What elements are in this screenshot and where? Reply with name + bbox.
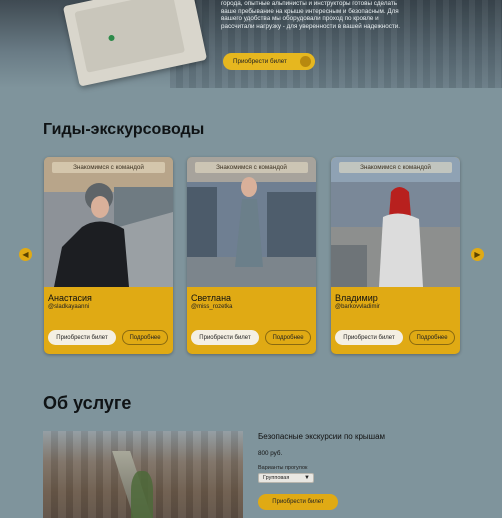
hero-section: города, опытные альпинисты и инструкторы… xyxy=(0,0,502,88)
hero-text-line: города, опытные альпинисты и инструкторы… xyxy=(221,0,398,7)
guide-card: Знакомимся с командой Анастасия @sladkay… xyxy=(44,157,173,354)
guide-name: Анастасия xyxy=(48,293,92,303)
hero-text-line: вашего удобства мы оборудовали проход по… xyxy=(221,15,379,23)
guide-photo xyxy=(44,157,173,287)
guide-name: Владимир xyxy=(335,293,378,303)
service-price: 800 руб. xyxy=(258,450,283,457)
page: города, опытные альпинисты и инструкторы… xyxy=(0,0,502,518)
carousel-prev-button[interactable]: ◀ xyxy=(19,248,32,261)
service-photo xyxy=(43,431,243,518)
carousel-next-button[interactable]: ▶ xyxy=(471,248,484,261)
guide-nick: @barkovvladimir xyxy=(335,304,380,310)
guide-card: Знакомимся с командой Светлана @miss_roz… xyxy=(187,157,316,354)
chevron-left-icon: ◀ xyxy=(22,250,29,259)
guide-more-button[interactable]: Подробнее xyxy=(122,330,168,345)
service-section-title: Об услуге xyxy=(43,393,132,413)
guide-buy-ticket-button[interactable]: Приобрести билет xyxy=(191,330,259,345)
guide-tag: Знакомимся с командой xyxy=(339,162,452,173)
guide-buy-ticket-button[interactable]: Приобрести билет xyxy=(335,330,403,345)
guide-nick: @miss_rozetka xyxy=(191,304,233,310)
guide-photo xyxy=(187,157,316,287)
walk-options-select[interactable]: Групповая ▼ xyxy=(258,473,314,483)
map-marker-icon xyxy=(107,34,116,42)
walk-options-selected: Групповая xyxy=(263,475,290,481)
service-buy-ticket-button[interactable]: Приобрести билет xyxy=(258,494,338,510)
service-options-label: Варианты прогулок xyxy=(258,465,308,471)
hero-buy-ticket-button[interactable]: Приобрести билет xyxy=(223,53,315,70)
hero-buy-ticket-label: Приобрести билет xyxy=(233,58,287,65)
hero-description: города, опытные альпинисты и инструкторы… xyxy=(221,0,431,30)
guide-tag: Знакомимся с командой xyxy=(52,162,165,173)
guide-tag: Знакомимся с командой xyxy=(195,162,308,173)
hero-text-line: рассчитали нагрузку - для уверенности в … xyxy=(221,22,401,30)
chevron-down-icon: ▼ xyxy=(304,475,310,481)
trees-image-part xyxy=(131,471,153,518)
ticket-icon xyxy=(300,56,311,67)
guide-more-button[interactable]: Подробнее xyxy=(409,330,455,345)
chevron-right-icon: ▶ xyxy=(474,250,481,259)
guide-card: Знакомимся с командой Владимир @barkovvl… xyxy=(331,157,460,354)
guide-more-button[interactable]: Подробнее xyxy=(265,330,311,345)
service-product-title: Безопасные экскурсии по крышам xyxy=(258,432,386,441)
guide-buy-ticket-button[interactable]: Приобрести билет xyxy=(48,330,116,345)
guide-nick: @sladkayaanni xyxy=(48,304,90,310)
guide-photo xyxy=(331,157,460,287)
map-image xyxy=(74,0,186,73)
guide-name: Светлана xyxy=(191,293,232,303)
guides-title: Гиды-экскурсоводы xyxy=(43,121,205,138)
